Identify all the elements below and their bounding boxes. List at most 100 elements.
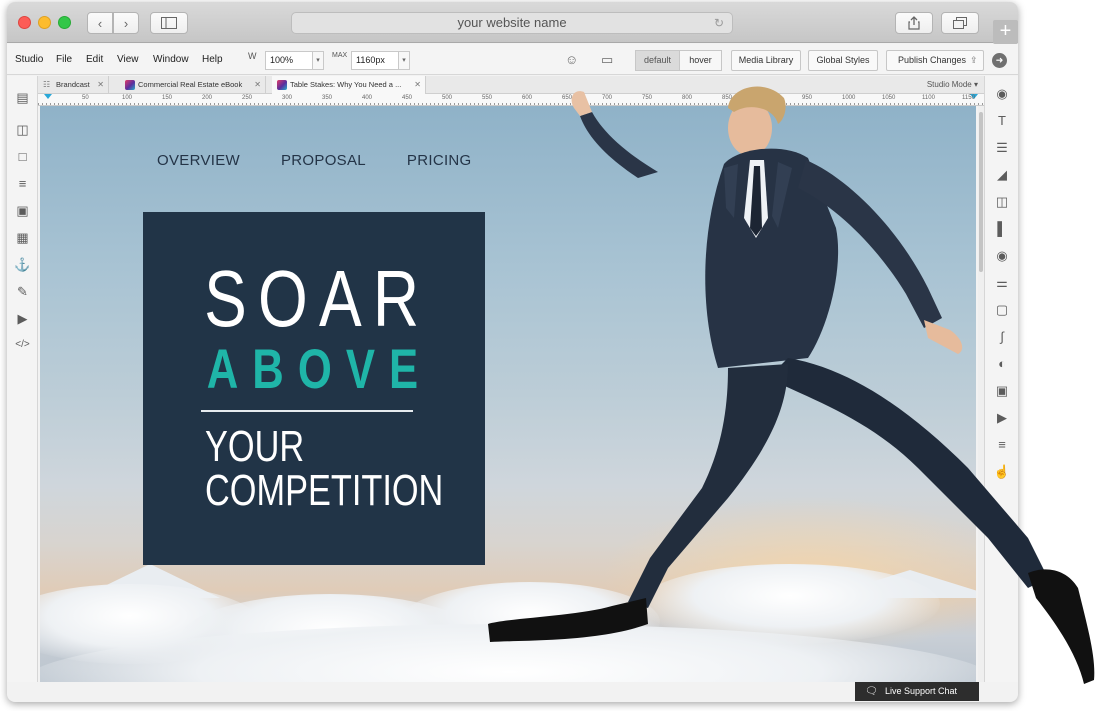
ruler-number: 950 — [802, 95, 813, 101]
ruler-number: 350 — [322, 95, 333, 101]
publish-changes-button[interactable]: Publish Changes ⇪ — [886, 50, 984, 71]
ruler-number: 300 — [282, 95, 293, 101]
text-block-icon[interactable]: ≡ — [7, 176, 38, 191]
bounding-box-icon[interactable]: ▢ — [985, 302, 1018, 318]
canvas-scrollbar[interactable] — [978, 106, 984, 682]
sitemap-icon: ☷ — [43, 80, 51, 89]
forward-button[interactable]: › — [113, 12, 139, 34]
max-width-label: MAX — [332, 52, 348, 59]
palette-icon[interactable]: ◉ — [985, 86, 1018, 102]
studio-mode-dropdown[interactable]: Studio Mode ▾ — [927, 76, 978, 94]
ruler-number: 700 — [602, 95, 613, 101]
page-canvas[interactable]: OVERVIEW PROPOSAL PRICING SOAR ABOVE YOU… — [40, 106, 976, 682]
show-tabs-button[interactable] — [941, 12, 979, 34]
menu-help[interactable]: Help — [202, 54, 223, 65]
state-default-button[interactable]: default — [635, 50, 680, 71]
max-width-input[interactable]: 1160px — [351, 51, 399, 70]
menu-edit[interactable]: Edit — [86, 54, 103, 65]
left-tool-rail: ▤ ◫ □ ≡ ▣ ▦ ⚓ ✎ ▶ </> — [7, 76, 38, 682]
menu-view[interactable]: View — [117, 54, 139, 65]
nav-pricing[interactable]: PRICING — [407, 152, 472, 169]
columns-icon[interactable]: ◫ — [7, 122, 38, 138]
zoom-window-button[interactable] — [58, 16, 71, 29]
publish-label: Publish Changes — [898, 55, 967, 65]
chevron-left-icon: ‹ — [97, 15, 103, 31]
media-library-button[interactable]: Media Library — [731, 50, 801, 71]
video-icon[interactable]: ▶ — [7, 311, 38, 327]
visibility-icon[interactable]: ◉ — [985, 248, 1018, 264]
share-button[interactable] — [895, 12, 933, 34]
tabs-icon — [953, 17, 967, 29]
spacing-icon[interactable]: ☰ — [985, 140, 1018, 156]
share-icon — [908, 16, 920, 30]
hero-subline-your: YOUR — [205, 422, 305, 471]
form-icon[interactable]: ✎ — [7, 284, 38, 300]
code-icon[interactable]: </> — [7, 339, 38, 350]
sliders-icon[interactable]: ⚌ — [985, 275, 1018, 291]
state-hover-button[interactable]: hover — [679, 50, 722, 71]
upload-icon: ⇪ — [970, 55, 978, 65]
background-icon[interactable]: ◢ — [985, 167, 1018, 183]
nav-proposal[interactable]: PROPOSAL — [281, 152, 366, 169]
tab-table-stakes[interactable]: Table Stakes: Why You Need a ... ✕ — [272, 76, 426, 94]
pointer-icon[interactable]: ☝ — [985, 464, 1018, 480]
sidebar-toggle-button[interactable] — [150, 12, 188, 34]
hero-headline-above: ABOVE — [206, 337, 433, 400]
minimize-window-button[interactable] — [38, 16, 51, 29]
max-width-dropdown[interactable]: ▾ — [398, 51, 410, 70]
menu-file[interactable]: File — [56, 54, 72, 65]
tab-commercial-real-estate[interactable]: Commercial Real Estate eBook ✕ — [120, 76, 266, 94]
grid-icon[interactable]: ▦ — [7, 230, 38, 246]
live-support-chat-button[interactable]: 🗨 Live Support Chat — [855, 682, 979, 701]
hero-box[interactable]: SOAR ABOVE YOUR COMPETITION — [143, 212, 485, 565]
back-button[interactable]: ‹ — [87, 12, 113, 34]
anchor-icon[interactable]: ⚓ — [7, 257, 38, 273]
align-icon[interactable]: ▌ — [985, 221, 1018, 236]
list-indent-icon[interactable]: ≡ — [985, 437, 1018, 452]
brand-logo-icon — [125, 80, 135, 90]
ruler-number: 1000 — [842, 95, 856, 101]
close-icon[interactable]: ✕ — [254, 76, 261, 94]
new-tab-button[interactable]: + — [993, 20, 1018, 44]
ruler-number: 550 — [482, 95, 493, 101]
youtube-icon[interactable]: ▶ — [985, 410, 1018, 426]
ruler-number: 800 — [682, 95, 693, 101]
layers-icon[interactable]: ◫ — [985, 194, 1018, 210]
width-input[interactable]: 100% — [265, 51, 313, 70]
studio-mode-label: Studio Mode — [926, 80, 972, 89]
menu-window[interactable]: Window — [153, 54, 189, 65]
hero-divider — [201, 410, 413, 412]
ruler-left-marker[interactable] — [44, 94, 52, 99]
image-icon[interactable]: ▣ — [7, 203, 38, 219]
reload-icon[interactable]: ↻ — [714, 13, 724, 33]
address-bar[interactable]: your website name ↻ — [291, 12, 733, 34]
tab-label: Commercial Real Estate eBook — [138, 80, 243, 89]
tab-brandcast[interactable]: ☷ Brandcast ✕ — [38, 76, 109, 94]
gallery-icon[interactable]: ▣ — [985, 383, 1018, 399]
desktop-preview-icon[interactable]: ▭ — [601, 52, 613, 68]
close-icon[interactable]: ✕ — [97, 76, 104, 94]
curve-icon[interactable]: ∫ — [985, 329, 1018, 344]
users-icon[interactable]: ☺ — [565, 52, 578, 67]
close-window-button[interactable] — [18, 16, 31, 29]
layout-icon[interactable]: ▤ — [7, 90, 38, 106]
document-tabs: ☷ Brandcast ✕ Commercial Real Estate eBo… — [38, 76, 984, 94]
chat-bubble-icon: 🗨 — [865, 686, 878, 697]
horizontal-ruler: 50 100 150 200 250 300 350 400 450 500 550 600 650 70… — [38, 94, 984, 106]
scrollbar-thumb[interactable] — [979, 112, 983, 272]
menu-studio[interactable]: Studio — [15, 54, 43, 65]
width-dropdown[interactable]: ▾ — [312, 51, 324, 70]
hero-headline-soar: SOAR — [204, 254, 431, 343]
browser-titlebar: ‹ › your website name ↻ — [7, 2, 1018, 43]
ruler-number: 100 — [122, 95, 133, 101]
arrow-right-icon[interactable]: ➜ — [992, 53, 1007, 68]
typography-icon[interactable]: T — [985, 113, 1018, 128]
nav-overview[interactable]: OVERVIEW — [157, 152, 240, 169]
cloud-layer — [40, 564, 976, 682]
close-icon[interactable]: ✕ — [414, 76, 421, 94]
global-styles-button[interactable]: Global Styles — [808, 50, 878, 71]
site-nav: OVERVIEW PROPOSAL PRICING — [157, 152, 472, 169]
frame-icon[interactable]: □ — [7, 149, 38, 164]
sidebar-icon — [161, 17, 177, 29]
contrast-icon[interactable]: ◐ — [985, 356, 1018, 371]
